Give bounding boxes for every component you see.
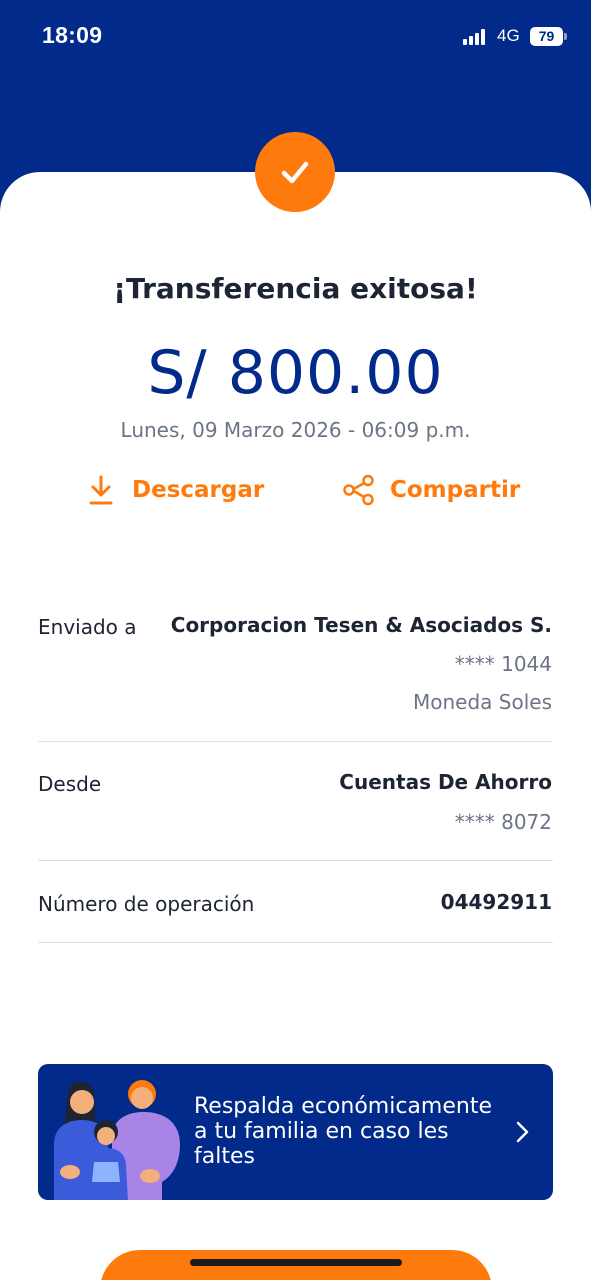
operation-label: Número de operación [38, 892, 255, 916]
operation-number: 04492911 [440, 890, 552, 914]
status-time: 18:09 [42, 22, 103, 48]
promo-banner[interactable]: Respalda económicamente a tu familia en … [38, 1064, 553, 1200]
page-title: ¡Transferencia exitosa! [113, 272, 478, 305]
battery-tip [564, 33, 567, 40]
signal-icon [463, 29, 487, 45]
divider [38, 860, 553, 861]
sent-to-label: Enviado a [38, 615, 137, 639]
status-bar: 18:09 4G 79 [0, 0, 591, 72]
recipient-currency: Moneda Soles [413, 690, 552, 714]
share-icon [342, 473, 376, 507]
network-type: 4G [497, 26, 520, 45]
check-icon [281, 161, 309, 184]
share-button[interactable]: Compartir [342, 470, 520, 510]
from-label: Desde [38, 772, 102, 796]
divider [38, 741, 553, 742]
transfer-amount: S/ 800.00 [147, 338, 444, 408]
promo-text: Respalda económicamente a tu familia en … [194, 1094, 492, 1169]
success-badge [255, 132, 335, 212]
home-indicator [190, 1259, 402, 1266]
download-label: Descargar [132, 477, 265, 503]
transfer-date: Lunes, 09 Marzo 2026 - 06:09 p.m. [120, 418, 471, 442]
chevron-right-icon [516, 1121, 529, 1143]
recipient-name: Corporacion Tesen & Asociados S. [170, 613, 552, 637]
share-label: Compartir [390, 477, 521, 503]
download-button[interactable]: Descargar [84, 470, 264, 510]
recipient-account: **** 1044 [454, 652, 552, 676]
source-account: **** 8072 [454, 810, 552, 834]
source-account-type: Cuentas De Ahorro [339, 770, 552, 794]
divider [38, 942, 553, 943]
download-icon [84, 473, 118, 507]
battery-icon: 79 [530, 27, 563, 46]
